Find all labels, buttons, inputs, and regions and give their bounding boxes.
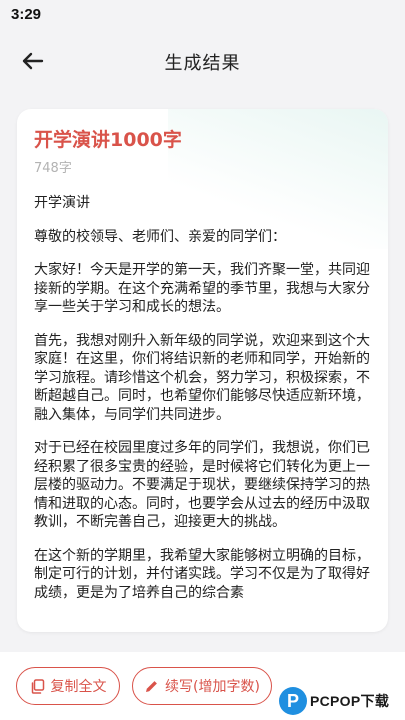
content-paragraph: 大家好！今天是开学的第一天，我们齐聚一堂，共同迎接新的学期。在这个充满希望的季节… — [34, 262, 370, 315]
pencil-icon — [144, 679, 159, 694]
continue-writing-button[interactable]: 续写(增加字数) — [132, 667, 272, 705]
document-title: 开学演讲1000字 — [34, 129, 182, 151]
word-count: 748字 — [34, 161, 72, 176]
copy-icon — [30, 678, 45, 694]
app-header: 生成结果 — [0, 36, 405, 86]
page-title: 生成结果 — [164, 53, 241, 74]
content-paragraph: 对于已经在校园里度过多年的同学们，我想说，你们已经积累了很多宝贵的经验，是时候将… — [34, 440, 370, 530]
content-paragraph: 首先，我想对刚升入新年级的同学说，欢迎来到这个大家庭！在这里，你们将结识新的老师… — [34, 332, 370, 423]
status-time: 3:29 — [11, 6, 42, 23]
copy-all-button[interactable]: 复制全文 — [16, 667, 120, 705]
document-content[interactable]: 开学演讲 尊敬的校领导、老师们、亲爱的同学们： 大家好！今天是开学的第一天，我们… — [34, 194, 372, 602]
watermark-text: PCPOP下载 — [310, 693, 390, 709]
content-paragraph: 尊敬的校领导、老师们、亲爱的同学们： — [34, 228, 286, 245]
status-bar: 3:29 — [0, 0, 405, 32]
result-card: 开学演讲1000字 748字 开学演讲 尊敬的校领导、老师们、亲爱的同学们： 大… — [17, 109, 388, 632]
watermark-logo-icon: P — [279, 687, 307, 715]
content-paragraph: 开学演讲 — [34, 195, 90, 211]
continue-writing-label: 续写(增加字数) — [165, 679, 260, 695]
copy-all-label: 复制全文 — [50, 679, 107, 695]
content-paragraph: 在这个新的学期里，我希望大家能够树立明确的目标，制定可行的计划，并付诸实践。学习… — [34, 547, 370, 601]
watermark-logo: P PCPOP下载 — [279, 682, 405, 720]
